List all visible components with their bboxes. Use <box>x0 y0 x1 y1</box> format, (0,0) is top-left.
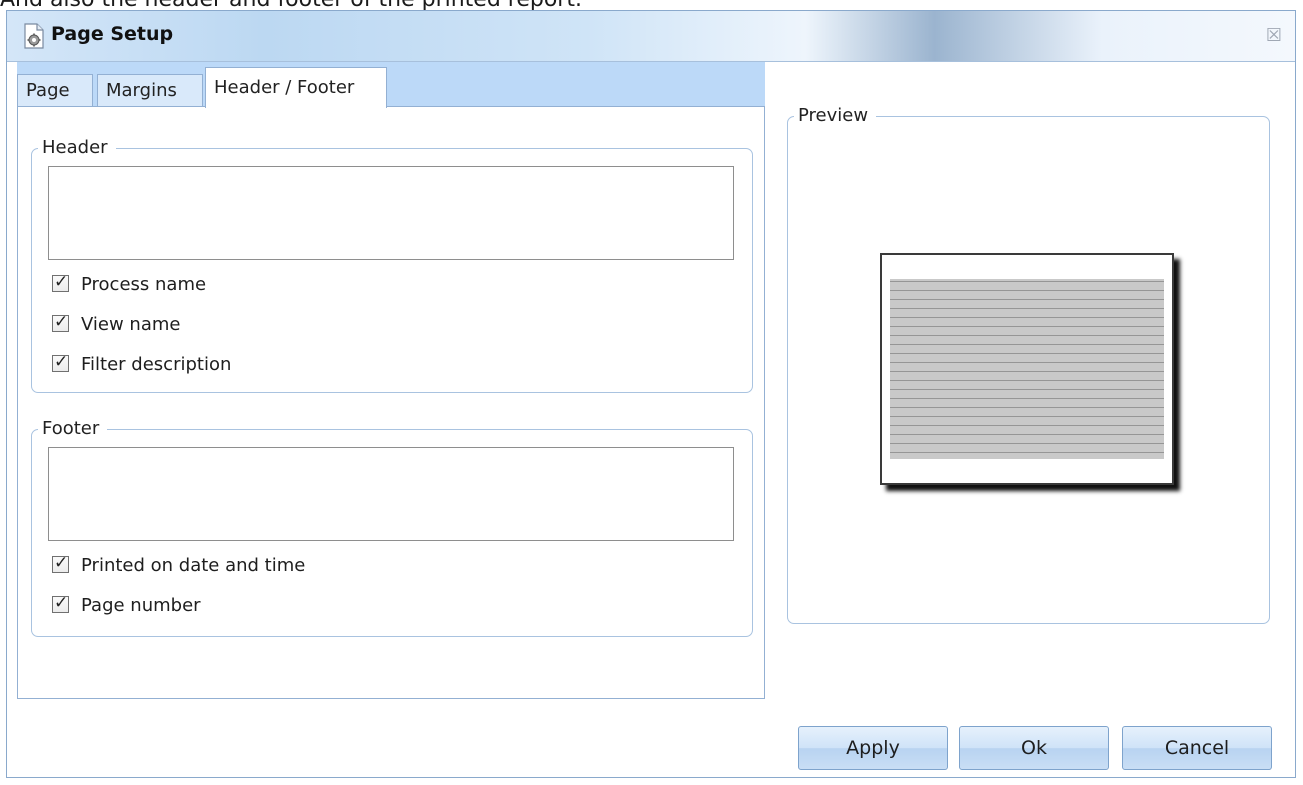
view-name-checkbox[interactable]: ✓ View name <box>52 312 181 337</box>
view-name-label: View name <box>81 314 181 335</box>
check-mark-icon: ✓ <box>54 352 69 372</box>
filter-description-checkbox[interactable]: ✓ Filter description <box>52 352 232 377</box>
cancel-button[interactable]: Cancel <box>1122 726 1272 770</box>
tab-header-footer[interactable]: Header / Footer <box>205 67 387 108</box>
close-icon[interactable]: ☒ <box>1263 25 1285 47</box>
check-mark-icon: ✓ <box>54 593 69 613</box>
ok-button[interactable]: Ok <box>959 726 1109 770</box>
preview-page-thumbnail <box>880 253 1174 485</box>
header-footer-panel: Header ✓ Process name ✓ View name ✓ Filter … <box>17 106 765 699</box>
checkbox-box[interactable]: ✓ <box>52 593 69 613</box>
title-bar: Page Setup ☒ <box>7 11 1295 62</box>
preview-group: Preview <box>787 104 1270 624</box>
checkbox-box[interactable]: ✓ <box>52 553 69 573</box>
page-number-label: Page number <box>81 595 201 616</box>
tab-margins-label: Margins <box>106 80 177 101</box>
header-legend: Header <box>38 136 116 160</box>
page-number-checkbox[interactable]: ✓ Page number <box>52 593 201 618</box>
preview-legend: Preview <box>794 104 877 128</box>
tab-page[interactable]: Page <box>17 74 93 107</box>
header-text-input[interactable] <box>48 166 734 260</box>
process-name-checkbox[interactable]: ✓ Process name <box>52 272 207 297</box>
footer-legend: Footer <box>38 417 108 441</box>
tab-page-label: Page <box>26 80 70 101</box>
printed-on-date-checkbox[interactable]: ✓ Printed on date and time <box>52 553 306 578</box>
page-setup-dialog: Page Setup ☒ Page Margins Header / Foote… <box>6 10 1296 778</box>
check-mark-icon: ✓ <box>54 553 69 573</box>
page-setup-icon <box>24 23 44 49</box>
process-name-label: Process name <box>81 274 207 295</box>
checkbox-box[interactable]: ✓ <box>52 312 69 332</box>
tab-margins[interactable]: Margins <box>97 74 203 107</box>
checkbox-box[interactable]: ✓ <box>52 352 69 372</box>
filter-description-label: Filter description <box>81 354 232 375</box>
check-mark-icon: ✓ <box>54 312 69 332</box>
dialog-title: Page Setup <box>51 23 174 45</box>
footer-text-input[interactable] <box>48 447 734 541</box>
apply-button[interactable]: Apply <box>798 726 948 770</box>
tab-strip: Page Margins Header / Footer <box>17 62 765 108</box>
printed-on-date-label: Printed on date and time <box>81 555 306 576</box>
footer-group: Footer ✓ Printed on date and time ✓ Page n… <box>31 417 753 637</box>
tab-header-footer-label: Header / Footer <box>214 77 355 98</box>
header-group: Header ✓ Process name ✓ View name ✓ Filter … <box>31 136 753 393</box>
check-mark-icon: ✓ <box>54 272 69 292</box>
checkbox-box[interactable]: ✓ <box>52 272 69 292</box>
